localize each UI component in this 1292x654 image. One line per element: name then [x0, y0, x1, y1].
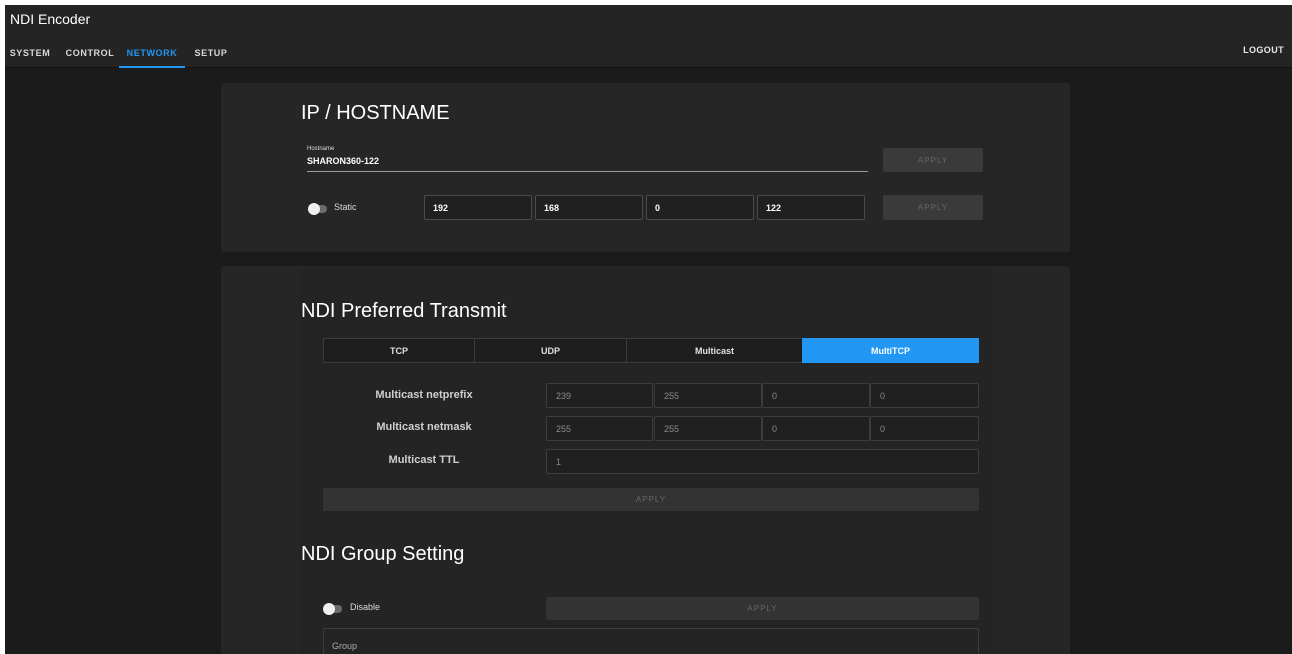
group-apply-button[interactable]: APPLY — [546, 597, 979, 620]
hostname-label: Hostname — [307, 146, 335, 152]
tx-tab-udp[interactable]: UDP — [474, 338, 627, 363]
transmit-apply-button[interactable]: APPLY — [323, 488, 979, 511]
ip-octet-4-input[interactable]: 122 — [757, 195, 865, 220]
ip-octet-3-input[interactable]: 0 — [646, 195, 754, 220]
hostname-underline — [307, 171, 868, 172]
tab-control[interactable]: CONTROL — [59, 39, 121, 68]
hostname-apply-button[interactable]: APPLY — [883, 148, 983, 172]
tx-tab-multicast[interactable]: Multicast — [626, 338, 803, 363]
tab-system[interactable]: SYSTEM — [5, 39, 55, 68]
static-label: Static — [334, 202, 357, 212]
ip-hostname-card: IP / HOSTNAME Hostname SHARON360-122 APP… — [221, 83, 1070, 252]
netmask-octet-2-input[interactable]: 255 — [654, 416, 762, 441]
netprefix-octet-2-input[interactable]: 255 — [654, 383, 762, 408]
toggle-knob — [308, 203, 320, 215]
tx-tab-multitcp[interactable]: MultiTCP — [802, 338, 979, 363]
ttl-label: Multicast TTL — [388, 454, 460, 466]
ndi-group-title: NDI Group Setting — [301, 543, 465, 565]
netmask-label: Multicast netmask — [376, 421, 472, 433]
group-enable-toggle[interactable] — [323, 603, 342, 615]
tab-setup[interactable]: SETUP — [189, 39, 233, 68]
netprefix-label: Multicast netprefix — [375, 389, 473, 401]
ip-octet-1-input[interactable]: 192 — [424, 195, 532, 220]
logout-button[interactable]: LOGOUT — [1243, 45, 1284, 55]
group-toggle-label: Disable — [350, 602, 381, 612]
netmask-octet-4-input[interactable]: 0 — [870, 416, 979, 441]
netprefix-octet-3-input[interactable]: 0 — [762, 383, 870, 408]
ip-octet-2-input[interactable]: 168 — [535, 195, 643, 220]
ndi-inner-panel: NDI Preferred Transmit TCP UDP Multicast… — [299, 268, 991, 654]
netmask-octet-3-input[interactable]: 0 — [762, 416, 870, 441]
static-toggle[interactable] — [308, 203, 327, 215]
ndi-card: NDI Preferred Transmit TCP UDP Multicast… — [221, 266, 1070, 654]
netmask-octet-1-input[interactable]: 255 — [546, 416, 653, 441]
tx-tab-tcp[interactable]: TCP — [323, 338, 475, 363]
group-input[interactable]: Group — [323, 628, 979, 654]
group-input-label: Group — [332, 641, 358, 651]
ttl-input[interactable]: 1 — [546, 449, 979, 474]
hostname-input[interactable]: SHARON360-122 — [307, 156, 379, 166]
ndi-transmit-title: NDI Preferred Transmit — [301, 300, 507, 322]
netprefix-octet-1-input[interactable]: 239 — [546, 383, 653, 408]
ip-apply-button[interactable]: APPLY — [883, 195, 983, 220]
ip-section-title: IP / HOSTNAME — [301, 102, 450, 124]
toggle-knob — [323, 603, 335, 615]
app-window: NDI Encoder SYSTEM CONTROL NETWORK SETUP… — [5, 5, 1292, 654]
app-title: NDI Encoder — [10, 11, 91, 27]
tab-network[interactable]: NETWORK — [119, 39, 185, 68]
netprefix-octet-4-input[interactable]: 0 — [870, 383, 979, 408]
app-header: NDI Encoder SYSTEM CONTROL NETWORK SETUP… — [5, 5, 1292, 68]
